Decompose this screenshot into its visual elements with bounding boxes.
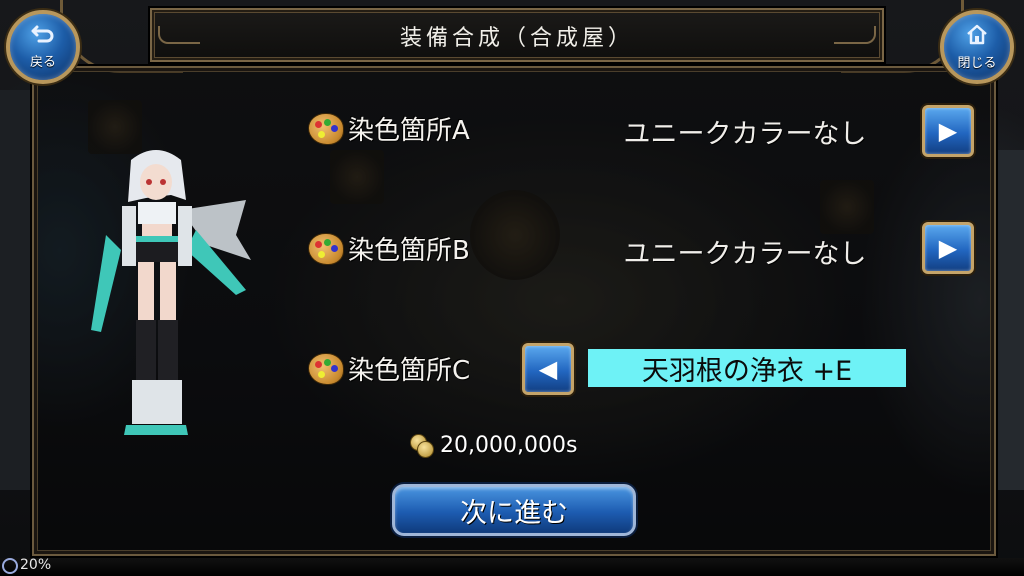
coin-icon (408, 432, 434, 458)
arrow-left-icon: ◀ (538, 355, 558, 383)
dye-slot-b-next-button[interactable]: ▶ (922, 222, 974, 274)
dye-slot-b-name: 染色箇所B (348, 236, 470, 266)
dye-slot-b-value: ユニークカラーなし (623, 239, 867, 270)
back-button-label: 戻る (29, 55, 56, 70)
palette-icon (308, 232, 344, 265)
dye-slot-c-prev-button[interactable]: ◀ (522, 343, 574, 395)
loading-ring-icon (2, 558, 18, 574)
close-button[interactable]: 閉じる (940, 10, 1014, 84)
dye-slot-b-label: 染色箇所B (308, 230, 470, 267)
dye-slot-c-name: 染色箇所C (348, 356, 471, 386)
page-title: 装備合成（合成屋） (399, 26, 634, 51)
loading-percent: 20% (20, 557, 52, 573)
footer-bar (0, 558, 1024, 576)
home-icon (965, 23, 989, 50)
palette-icon (308, 352, 344, 385)
dye-slot-a-next-button[interactable]: ▶ (922, 105, 974, 157)
palette-icon (308, 112, 344, 145)
synthesis-cost: 20,000,000s (408, 432, 577, 458)
arrow-right-icon: ▶ (938, 117, 958, 145)
character-preview (91, 150, 251, 435)
title-ornament-right (834, 26, 876, 44)
dye-slot-c-label: 染色箇所C (308, 350, 470, 387)
dye-slot-c-value[interactable]: 天羽根の浄衣 +E (588, 349, 906, 387)
arrow-right-icon: ▶ (938, 234, 958, 262)
next-button[interactable]: 次に進む (392, 484, 636, 536)
dye-slot-a-name: 染色箇所A (348, 116, 470, 146)
cost-amount: 20,000,000s (440, 432, 578, 458)
wall-pillar-right (994, 150, 1024, 490)
title-bar: 装備合成（合成屋） (150, 8, 884, 62)
dye-slot-a-value: ユニークカラーなし (623, 119, 867, 150)
wall-pillar-left (0, 90, 30, 490)
back-arrow-icon (31, 24, 55, 49)
back-button[interactable]: 戻る (6, 10, 80, 84)
close-button-label: 閉じる (957, 56, 997, 71)
dye-slot-a-label: 染色箇所A (308, 110, 470, 147)
